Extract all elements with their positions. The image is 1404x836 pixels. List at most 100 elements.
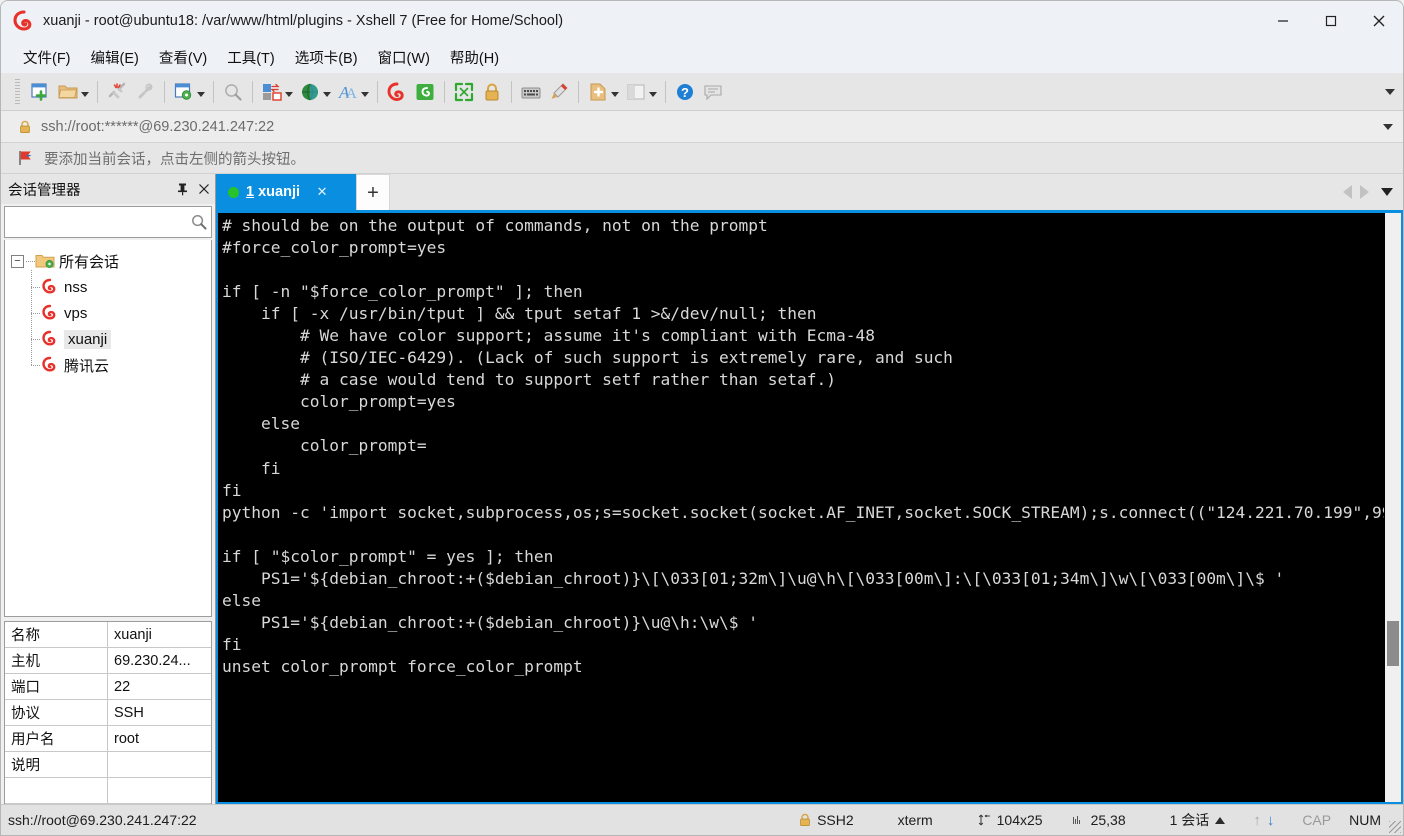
status-bar: ssh://root@69.230.241.247:22 SSH2 xterm [1, 804, 1403, 835]
xshell-session-icon [40, 278, 60, 296]
menu-file[interactable]: 文件(F) [15, 44, 79, 71]
terminal-output[interactable]: # should be on the output of commands, n… [218, 213, 1384, 802]
session-properties-icon [173, 81, 195, 103]
reconnect-button[interactable] [131, 77, 159, 107]
status-size: 104x25 [973, 812, 1043, 828]
menu-help[interactable]: 帮助(H) [442, 44, 507, 71]
terminal-scrollbar[interactable] [1384, 213, 1401, 802]
status-ghost-text [101, 829, 561, 835]
session-item-tencent-cloud[interactable]: 腾讯云 [31, 352, 211, 378]
pin-icon[interactable] [171, 178, 193, 200]
highlight-button[interactable] [545, 77, 573, 107]
maximize-button[interactable] [1307, 1, 1355, 41]
keyboard-icon [520, 81, 542, 103]
tab-strip: 1 xuanji ✕ + [216, 174, 1403, 210]
session-item-xuanji[interactable]: xuanji [31, 326, 211, 352]
status-cap: CAP [1302, 812, 1332, 828]
disconnect-icon [106, 81, 128, 103]
xftp-icon [414, 81, 436, 103]
property-key: 用户名 [5, 726, 108, 751]
chevron-down-icon[interactable] [1383, 123, 1393, 130]
lock-button[interactable] [478, 77, 506, 107]
toolbar-separator [444, 80, 445, 103]
scrollbar-thumb[interactable] [1387, 621, 1399, 666]
address-bar[interactable]: ssh://root:******@69.230.241.247:22 [1, 111, 1403, 143]
close-icon[interactable] [193, 178, 215, 200]
menu-tabs[interactable]: 选项卡(B) [287, 44, 366, 71]
chevron-right-icon[interactable] [1360, 185, 1369, 199]
title-bar: xuanji - root@ubuntu18: /var/www/html/pl… [1, 1, 1403, 41]
close-button[interactable] [1355, 1, 1403, 41]
tab-xuanji[interactable]: 1 xuanji ✕ [216, 174, 356, 210]
keyboard-button[interactable] [517, 77, 545, 107]
disconnect-button[interactable] [103, 77, 131, 107]
highlight-icon [548, 81, 570, 103]
layout-button[interactable] [622, 77, 660, 107]
status-sessions-label: 1 会话 [1169, 812, 1210, 828]
new-tab-button[interactable]: + [356, 174, 390, 210]
session-search-box[interactable] [4, 206, 212, 238]
tree-connector [31, 286, 40, 288]
arrow-down-icon: ↓ [1266, 811, 1275, 829]
property-row: 用户名 root [5, 726, 211, 752]
menu-window[interactable]: 窗口(W) [370, 44, 438, 71]
file-transfer-button[interactable] [258, 77, 296, 107]
menu-edit[interactable]: 编辑(E) [83, 44, 147, 71]
find-button[interactable] [219, 77, 247, 107]
open-session-button[interactable] [54, 77, 92, 107]
tree-root-all-sessions[interactable]: − 所有会话 [11, 248, 211, 274]
tree-expand-toggle[interactable]: − [11, 254, 24, 268]
xshell-session-icon [40, 304, 60, 322]
status-terminal-type: xterm [897, 812, 933, 828]
menu-tools[interactable]: 工具(T) [219, 44, 283, 71]
session-search-input[interactable] [9, 214, 190, 230]
chevron-down-icon[interactable] [611, 92, 619, 97]
chevron-down-icon[interactable] [285, 92, 293, 97]
close-icon[interactable]: ✕ [314, 184, 330, 200]
chevron-down-icon[interactable] [323, 92, 331, 97]
chevron-down-icon[interactable] [1381, 188, 1393, 196]
property-value: xuanji [114, 626, 152, 643]
session-item-vps[interactable]: vps [31, 300, 211, 326]
minimize-button[interactable] [1259, 1, 1307, 41]
address-input[interactable]: ssh://root:******@69.230.241.247:22 [41, 119, 274, 135]
new-session-button[interactable] [26, 77, 54, 107]
tab-number: 1 [246, 184, 255, 200]
search-icon[interactable] [190, 213, 208, 231]
terminal-pane: 1 xuanji ✕ + # should be on the output o… [216, 174, 1403, 804]
toolbar-grip[interactable] [15, 78, 20, 105]
session-properties-button[interactable] [170, 77, 208, 107]
connected-dot-icon [228, 186, 239, 198]
comment-icon [702, 81, 724, 103]
toolbar-separator [511, 80, 512, 103]
session-item-nss[interactable]: nss [31, 274, 211, 300]
xshell-session-icon [40, 330, 60, 348]
menu-view[interactable]: 查看(V) [151, 44, 215, 71]
chevron-down-icon[interactable] [649, 92, 657, 97]
xshell-button[interactable] [383, 77, 411, 107]
chevron-down-icon[interactable] [81, 92, 89, 97]
font-button[interactable]: A A [334, 77, 372, 107]
add-note-button[interactable] [584, 77, 622, 107]
session-label: nss [64, 278, 88, 296]
chevron-down-icon[interactable] [197, 92, 205, 97]
resize-grip[interactable] [1389, 821, 1401, 833]
notice-bar: 要添加当前会话，点击左侧的箭头按钮。 [1, 143, 1403, 174]
toolbar-overflow-icon[interactable] [1385, 88, 1395, 95]
fullscreen-icon [453, 81, 475, 103]
triangle-up-icon[interactable] [1215, 816, 1226, 824]
status-cursor-label: 25,38 [1090, 812, 1126, 828]
session-tree: − 所有会话 nss vps xuanji 腾讯云 [4, 240, 212, 617]
chevron-down-icon[interactable] [361, 92, 369, 97]
globe-button[interactable] [296, 77, 334, 107]
xftp-button[interactable] [411, 77, 439, 107]
help-button[interactable]: ? [671, 77, 699, 107]
status-transfer: ↑ ↓ [1249, 812, 1274, 829]
menu-bar: 文件(F) 编辑(E) 查看(V) 工具(T) 选项卡(B) 窗口(W) 帮助(… [1, 41, 1403, 73]
comment-button[interactable] [699, 77, 727, 107]
status-sessions[interactable]: 1 会话 [1166, 810, 1226, 830]
chevron-left-icon[interactable] [1343, 185, 1352, 199]
fullscreen-button[interactable] [450, 77, 478, 107]
file-transfer-icon [261, 81, 283, 103]
notice-text: 要添加当前会话，点击左侧的箭头按钮。 [44, 151, 305, 168]
